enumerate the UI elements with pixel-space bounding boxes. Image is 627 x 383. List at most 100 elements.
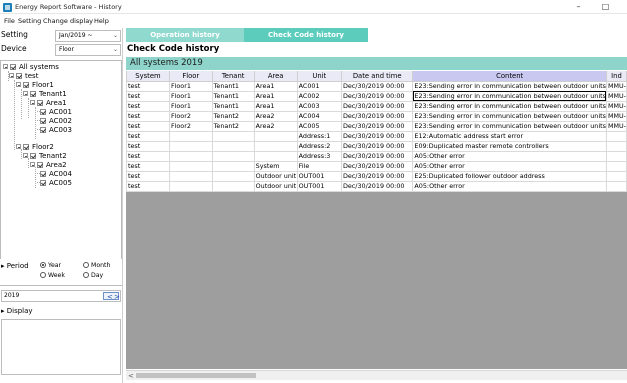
column-header[interactable]: Tenant bbox=[211, 71, 255, 82]
table-row[interactable]: test Outdoor unit OUT001 Dec/30/2019 00:00 A… bbox=[126, 180, 627, 192]
table-cell[interactable] bbox=[253, 130, 298, 142]
column-header[interactable]: Area bbox=[253, 71, 298, 82]
column-header[interactable]: Ind bbox=[605, 71, 627, 82]
table-cell[interactable] bbox=[211, 160, 255, 172]
table-cell[interactable]: A05:Other error bbox=[412, 150, 607, 162]
table-row[interactable]: test Address:2 Dec/30/2019 00:00 E09:Duplic… bbox=[126, 140, 627, 152]
tab-check-code-history[interactable]: Check Code history bbox=[244, 28, 368, 42]
table-cell[interactable]: E12:Automatic address start error bbox=[412, 130, 607, 142]
table-row[interactable]: test Address:3 Dec/30/2019 00:00 A05:Other … bbox=[126, 150, 627, 162]
table-cell[interactable] bbox=[168, 170, 213, 182]
table-cell[interactable]: Tenant2 bbox=[211, 120, 255, 132]
checkbox-icon[interactable] bbox=[30, 153, 36, 159]
period-week-radio[interactable]: Week bbox=[40, 272, 65, 279]
checkbox-icon[interactable] bbox=[37, 100, 43, 106]
table-cell[interactable]: Dec/30/2019 00:00 bbox=[340, 160, 414, 172]
table-cell[interactable]: Floor2 bbox=[168, 120, 213, 132]
table-cell[interactable]: E23:Sending error in communication betwe… bbox=[412, 80, 607, 92]
table-row[interactable]: test Floor1 Tenant1 Area1 AC001 Dec/30/2019 0… bbox=[126, 80, 627, 92]
table-cell[interactable]: Dec/30/2019 00:00 bbox=[340, 80, 414, 92]
table-cell[interactable]: E23:Sending error in communication betwe… bbox=[412, 120, 607, 132]
checkbox-icon[interactable] bbox=[40, 127, 46, 133]
period-day-radio[interactable]: Day bbox=[83, 272, 103, 279]
checkbox-icon[interactable] bbox=[40, 180, 46, 186]
checkbox-icon[interactable] bbox=[23, 82, 29, 88]
checkbox-icon[interactable] bbox=[23, 144, 29, 150]
table-cell[interactable]: Floor1 bbox=[168, 90, 213, 102]
arrow-right-icon[interactable]: > bbox=[114, 292, 120, 302]
table-cell[interactable]: OUT001 bbox=[296, 170, 342, 182]
horizontal-scrollbar[interactable]: < bbox=[126, 370, 627, 380]
table-cell[interactable]: Tenant1 bbox=[211, 80, 255, 92]
tree-node-tenant1[interactable]: Tenant1 bbox=[23, 90, 67, 99]
tree-node-ac004[interactable]: AC004 bbox=[37, 170, 72, 179]
table-cell[interactable]: test bbox=[126, 160, 170, 172]
menu-change-display[interactable]: Change display bbox=[43, 17, 93, 25]
table-cell[interactable] bbox=[168, 140, 213, 152]
table-cell[interactable]: Area1 bbox=[253, 80, 298, 92]
table-row[interactable]: test System File Dec/30/2019 00:00 A05:Other… bbox=[126, 160, 627, 172]
table-row[interactable]: test Address:1 Dec/30/2019 00:00 E12:Automa… bbox=[126, 130, 627, 142]
table-cell[interactable]: Area1 bbox=[253, 100, 298, 112]
scroll-thumb[interactable] bbox=[136, 373, 256, 378]
table-cell[interactable] bbox=[605, 140, 627, 152]
table-cell[interactable]: Dec/30/2019 00:00 bbox=[340, 120, 414, 132]
year-input[interactable]: 2019 < > bbox=[1, 290, 121, 302]
table-cell[interactable]: AC001 bbox=[296, 80, 342, 92]
column-header[interactable]: Content bbox=[412, 71, 607, 82]
table-cell[interactable]: Tenant1 bbox=[211, 90, 255, 102]
tree-node-area1[interactable]: Area1 bbox=[30, 99, 67, 108]
table-cell[interactable]: File bbox=[296, 160, 342, 172]
table-cell[interactable]: test bbox=[126, 120, 170, 132]
table-row[interactable]: test Floor2 Tenant2 Area2 AC005 Dec/30/2019 0… bbox=[126, 120, 627, 132]
tab-operation-history[interactable]: Operation history bbox=[126, 28, 244, 42]
checkbox-icon[interactable] bbox=[10, 64, 16, 70]
table-cell[interactable]: E23:Sending error in communication betwe… bbox=[412, 90, 607, 102]
table-cell[interactable]: Dec/30/2019 00:00 bbox=[340, 180, 414, 192]
period-month-radio[interactable]: Month bbox=[83, 262, 110, 269]
table-cell[interactable]: Outdoor unit bbox=[253, 170, 298, 182]
table-cell[interactable]: Dec/30/2019 00:00 bbox=[340, 90, 414, 102]
table-cell[interactable] bbox=[253, 150, 298, 162]
table-cell[interactable] bbox=[168, 180, 213, 192]
table-cell[interactable]: AC005 bbox=[296, 120, 342, 132]
column-header[interactable]: Floor bbox=[168, 71, 213, 82]
table-cell[interactable]: E09:Duplicated master remote controllers bbox=[412, 140, 607, 152]
table-cell[interactable]: System bbox=[253, 160, 298, 172]
table-cell[interactable]: test bbox=[126, 80, 170, 92]
table-row[interactable]: test Outdoor unit OUT001 Dec/30/2019 00:00 E… bbox=[126, 170, 627, 182]
table-cell[interactable]: test bbox=[126, 140, 170, 152]
table-cell[interactable]: test bbox=[126, 170, 170, 182]
table-cell[interactable]: AC004 bbox=[296, 110, 342, 122]
table-cell[interactable]: Address:1 bbox=[296, 130, 342, 142]
tree-node-ac003[interactable]: AC003 bbox=[37, 126, 72, 135]
table-cell[interactable]: E23:Sending error in communication betwe… bbox=[412, 110, 607, 122]
table-cell[interactable]: Outdoor unit bbox=[253, 180, 298, 192]
table-cell[interactable]: OUT001 bbox=[296, 180, 342, 192]
table-cell[interactable]: test bbox=[126, 90, 170, 102]
table-cell[interactable]: MMU- bbox=[605, 90, 627, 102]
table-cell[interactable] bbox=[211, 130, 255, 142]
checkbox-icon[interactable] bbox=[30, 91, 36, 97]
maximize-button[interactable]: □ bbox=[592, 0, 619, 14]
checkbox-icon[interactable] bbox=[37, 162, 43, 168]
table-cell[interactable]: AC002 bbox=[296, 90, 342, 102]
table-cell[interactable] bbox=[168, 130, 213, 142]
table-cell[interactable]: E23:Sending error in communication betwe… bbox=[412, 100, 607, 112]
table-cell[interactable]: Area2 bbox=[253, 110, 298, 122]
table-cell[interactable] bbox=[605, 130, 627, 142]
table-cell[interactable] bbox=[253, 140, 298, 152]
table-cell[interactable]: test bbox=[126, 130, 170, 142]
column-header[interactable]: Date and time bbox=[340, 71, 414, 82]
table-cell[interactable] bbox=[211, 150, 255, 162]
table-cell[interactable]: Area1 bbox=[253, 90, 298, 102]
table-cell[interactable]: MMU- bbox=[605, 120, 627, 132]
table-cell[interactable]: A05:Other error bbox=[412, 180, 607, 192]
device-select[interactable]: Floor ⌄ bbox=[55, 44, 121, 56]
table-cell[interactable]: Dec/30/2019 00:00 bbox=[340, 100, 414, 112]
scroll-left-icon[interactable]: < bbox=[128, 372, 134, 380]
checkbox-icon[interactable] bbox=[16, 73, 22, 79]
tree-node-ac005[interactable]: AC005 bbox=[37, 179, 72, 188]
tree-node-ac002[interactable]: AC002 bbox=[37, 117, 72, 126]
table-cell[interactable]: E25:Duplicated follower outdoor address bbox=[412, 170, 607, 182]
